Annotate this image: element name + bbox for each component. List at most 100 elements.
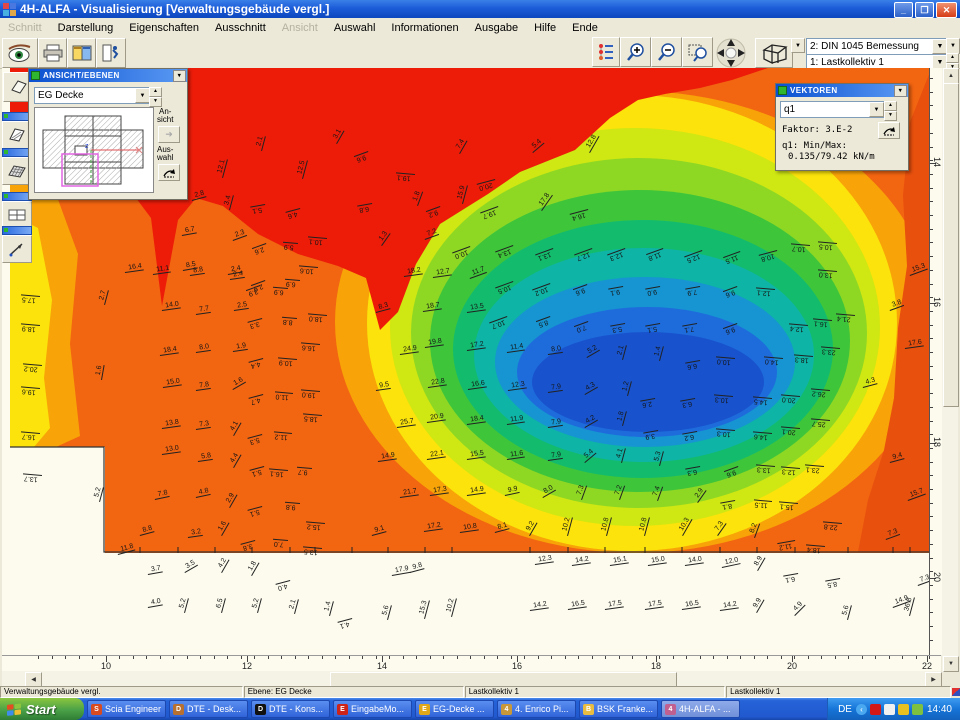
taskbar-task-folder[interactable]: BBSK Franke... xyxy=(579,700,658,718)
vector-label: 15.2 xyxy=(306,521,325,531)
taskbar-task-alfa[interactable]: 44H-ALFA - ... xyxy=(661,700,740,718)
vector-label: 3.5 xyxy=(181,559,198,573)
menu-item-informationen[interactable]: Informationen xyxy=(383,20,466,36)
ruler-label: 12 xyxy=(242,661,252,671)
vector-label: 6.7 xyxy=(181,226,197,236)
menu-item-hilfe[interactable]: Hilfe xyxy=(526,20,564,36)
tray-chevron-icon[interactable]: ‹ xyxy=(856,704,867,715)
vertical-scroll-thumb[interactable] xyxy=(943,83,959,407)
vector-spinner[interactable]: ▲▼ xyxy=(884,101,897,121)
ebene-spinner[interactable]: ▲▼ xyxy=(149,87,162,107)
plan-preview[interactable]: z xyxy=(34,107,154,193)
horizontal-scroll-thumb[interactable] xyxy=(330,672,677,687)
taskbar-task-console[interactable]: DDTE - Kons... xyxy=(251,700,330,718)
vectors-button[interactable] xyxy=(2,235,32,263)
vector-label: 9.7 xyxy=(297,467,312,476)
ruler-label: 14 xyxy=(932,157,942,167)
language-indicator[interactable]: DE xyxy=(838,704,852,715)
scroll-down-arrow-icon[interactable]: ▼ xyxy=(943,656,959,672)
task-label: Scia Engineer xyxy=(105,704,161,714)
exit-button[interactable] xyxy=(96,38,126,68)
tray-app-white-icon[interactable] xyxy=(884,704,895,715)
menu-item-auswahl[interactable]: Auswahl xyxy=(326,20,384,36)
ansicht-panel-menu-icon[interactable]: ▾ xyxy=(173,70,186,82)
windows-button[interactable] xyxy=(67,38,96,68)
taskbar-task-pencil[interactable]: EEG-Decke ... xyxy=(415,700,494,718)
zoom-window-button[interactable] xyxy=(682,37,713,67)
menu-item-eigenschaften[interactable]: Eigenschaften xyxy=(121,20,207,36)
panel-vectors-titlebar[interactable] xyxy=(2,226,32,235)
vector-label: 11.4 xyxy=(506,343,525,353)
scroll-up-arrow-icon[interactable]: ▲ xyxy=(943,68,959,84)
menu-item-ausgabe[interactable]: Ausgabe xyxy=(467,20,526,36)
ebene-dropdown-arrow-icon[interactable]: ▼ xyxy=(135,88,150,103)
tray-media-red-icon[interactable] xyxy=(870,704,881,715)
panel-icon xyxy=(4,228,8,232)
auswahl-button[interactable] xyxy=(158,164,180,181)
ansicht-apply-button[interactable]: ➜ xyxy=(158,126,180,143)
vector-dropdown-arrow-icon[interactable]: ▼ xyxy=(869,102,884,117)
design-combobox[interactable]: 2: DIN 1045 Bemessung ▼ xyxy=(806,38,949,55)
vector-label: 12.3 xyxy=(607,248,627,262)
vector-label: 4.0 xyxy=(147,598,163,608)
vector-label: 8.1 xyxy=(493,521,509,533)
view-3d-button[interactable] xyxy=(755,38,793,68)
vector-label: 9.1 xyxy=(608,286,624,296)
print-button[interactable] xyxy=(38,38,67,68)
vector-label: 7.0 xyxy=(574,321,591,334)
vector-label: 6.8 xyxy=(357,203,373,213)
scroll-right-arrow-icon[interactable]: ▶ xyxy=(925,672,942,687)
tray-star-green-icon[interactable] xyxy=(912,704,923,715)
cube-3d-icon xyxy=(760,42,788,64)
vector-label: 2.8 xyxy=(190,189,206,201)
vector-label: 16.7 xyxy=(21,431,40,441)
tray-brush-yellow-icon[interactable] xyxy=(898,704,909,715)
vector-label: 11.5 xyxy=(723,251,743,265)
mesh-grid-icon xyxy=(7,162,27,180)
window-title: 4H-ALFA - Visualisierung [Verwaltungsgeb… xyxy=(20,2,329,16)
vector-label: 8.3 xyxy=(374,301,390,313)
faktor-refresh-button[interactable] xyxy=(878,122,900,139)
zoom-out-button[interactable] xyxy=(651,37,682,67)
vektoren-panel-titlebar[interactable]: VEKTOREN ▾ xyxy=(776,84,908,97)
vector-label: 7.9 xyxy=(685,286,701,296)
design-combobox-value: 2: DIN 1045 Bemessung xyxy=(810,41,919,52)
vector-label: 7.0 xyxy=(273,539,288,548)
taskbar-task-dte-desktop[interactable]: DDTE - Desk... xyxy=(169,700,248,718)
design-spinner[interactable]: ▼ xyxy=(946,38,960,54)
taskbar-task-scia[interactable]: SScia Engineer xyxy=(87,700,166,718)
vector-label: 7.3 xyxy=(883,527,900,540)
vector-label: 7.4 xyxy=(453,137,467,154)
vector-label: 16.1 xyxy=(813,318,832,328)
vector-label: 1.4 xyxy=(322,600,334,616)
vector-label: 7.3 xyxy=(711,519,726,536)
vector-label: 7.3 xyxy=(195,420,211,430)
ebene-dropdown[interactable]: EG Decke ▼ xyxy=(34,87,151,104)
scroll-left-arrow-icon[interactable]: ◀ xyxy=(25,672,42,687)
start-button[interactable]: Start xyxy=(0,698,84,720)
values-button[interactable] xyxy=(2,201,32,229)
vector-label: 22.1 xyxy=(426,449,446,460)
taskbar-task-enrico[interactable]: 44. Enrico Pi... xyxy=(497,700,576,718)
restore-button[interactable]: ❐ xyxy=(915,2,934,18)
vector-label: 15.3 xyxy=(907,262,927,276)
menu-item-ausschnitt[interactable]: Ausschnitt xyxy=(207,20,274,36)
ansicht-panel-titlebar[interactable]: ANSICHT/EBENEN ▾ xyxy=(29,69,187,82)
pan-control[interactable] xyxy=(712,37,750,69)
legend-button[interactable] xyxy=(592,37,620,67)
visualization-eye-button[interactable] xyxy=(2,38,38,68)
vector-label: 5.1 xyxy=(645,323,661,333)
vektoren-panel-menu-icon[interactable]: ▾ xyxy=(894,85,907,97)
vector-label: 4.7 xyxy=(249,394,265,406)
menu-item-ende[interactable]: Ende xyxy=(564,20,606,36)
ruler-label: 18 xyxy=(932,437,942,447)
vector-label: 12.1 xyxy=(215,158,228,178)
menu-item-darstellung[interactable]: Darstellung xyxy=(50,20,122,36)
view-3d-dropdown[interactable]: ▼ xyxy=(791,38,805,53)
close-button[interactable]: ✕ xyxy=(936,2,957,18)
zoom-in-button[interactable] xyxy=(620,37,651,67)
taskbar-task-document[interactable]: EEingabeMo... xyxy=(333,700,412,718)
vector-dropdown[interactable]: q1 ▼ xyxy=(780,101,885,118)
minimize-button[interactable]: _ xyxy=(894,2,913,18)
hatched-plane-icon xyxy=(7,126,27,144)
